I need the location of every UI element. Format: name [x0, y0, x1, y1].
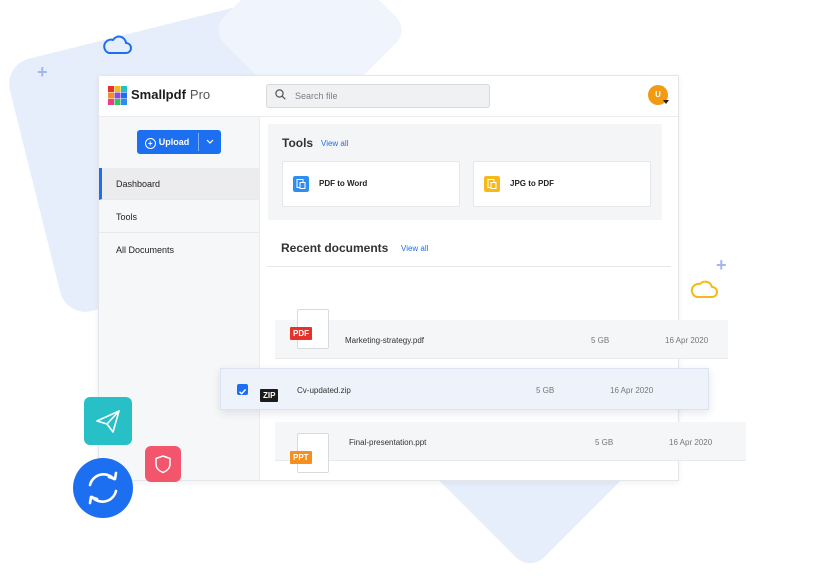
upload-button[interactable]: + Upload [137, 130, 221, 154]
document-row-ppt[interactable]: PPT Final-presentation.ppt 5 GB 16 Apr 2… [275, 422, 746, 473]
plus-circle-icon: + [144, 138, 156, 149]
tools-panel: Tools View all PDF to Word JPG to PDF [268, 124, 662, 220]
tool-label: PDF to Word [319, 179, 368, 188]
ppt-file-icon: PPT [290, 451, 312, 464]
document-row-zip-selected[interactable]: ZIP Cv-updated.zip 5 GB 16 Apr 2020 [220, 368, 709, 410]
zip-file-icon: ZIP [260, 389, 279, 402]
cloud-icon [690, 280, 718, 298]
recent-documents-title: Recent documents [281, 241, 389, 255]
search-input[interactable] [293, 87, 487, 105]
upload-dropdown-button[interactable] [199, 130, 221, 154]
top-bar: SmallpdfPro U [99, 76, 678, 117]
sidebar-item-dashboard[interactable]: Dashboard [99, 168, 259, 200]
protect-app-tile [145, 446, 181, 482]
tool-card-jpg-to-pdf[interactable]: JPG to PDF [473, 161, 651, 207]
file-name[interactable]: Final-presentation.ppt [349, 438, 426, 447]
avatar-caret-icon[interactable] [663, 100, 669, 104]
plan-label: Pro [189, 87, 211, 102]
tools-view-all-link[interactable]: View all [321, 139, 348, 148]
search-icon [275, 89, 286, 100]
recent-view-all-link[interactable]: View all [401, 244, 428, 253]
pdf-file-icon: PDF [290, 327, 312, 340]
row-checkbox[interactable] [237, 384, 248, 395]
brand-name: Smallpdf Pro [131, 87, 211, 102]
file-size: 5 GB [591, 336, 610, 345]
divider [267, 266, 671, 267]
file-date: 16 Apr 2020 [665, 336, 709, 345]
sync-arrows-icon [88, 471, 118, 505]
chevron-down-icon [206, 139, 214, 144]
file-size: 5 GB [536, 386, 555, 395]
upload-label: Upload [158, 137, 190, 147]
smallpdf-logo-icon [108, 86, 127, 105]
plus-decoration-icon: + [716, 255, 727, 275]
paper-plane-icon [96, 410, 120, 433]
upload-main-button[interactable]: + Upload [137, 130, 197, 154]
file-doc-icon: ZIP [260, 373, 284, 402]
file-doc-icon: PPT [290, 433, 329, 473]
app-window: SmallpdfPro U +Upload Dashboard Tools Al… [98, 75, 679, 481]
tool-card-pdf-to-word[interactable]: PDF to Word [282, 161, 460, 207]
check-icon [239, 388, 247, 395]
convert-app-tile [73, 458, 133, 518]
file-name[interactable]: Marketing-strategy.pdf [345, 336, 424, 345]
jpg-to-pdf-icon [484, 176, 500, 192]
search-box[interactable] [266, 84, 490, 108]
tool-label: JPG to PDF [510, 179, 555, 188]
pdf-to-word-icon [293, 176, 309, 192]
file-doc-icon: PDF [290, 309, 329, 349]
sidebar-item-tools[interactable]: Tools [99, 201, 259, 233]
shield-icon [155, 455, 171, 474]
document-row-pdf[interactable]: PDF Marketing-strategy.pdf 5 GB 16 Apr 2… [275, 309, 728, 359]
sidebar-item-all-documents[interactable]: All Documents [99, 234, 259, 266]
cloud-icon [103, 35, 132, 54]
plus-decoration-icon: + [37, 62, 48, 82]
file-date: 16 Apr 2020 [610, 386, 654, 395]
send-app-tile [84, 397, 132, 445]
tools-title: Tools [282, 136, 314, 150]
file-name[interactable]: Cv-updated.zip [297, 386, 351, 395]
file-date: 16 Apr 2020 [669, 438, 713, 447]
file-size: 5 GB [595, 438, 614, 447]
